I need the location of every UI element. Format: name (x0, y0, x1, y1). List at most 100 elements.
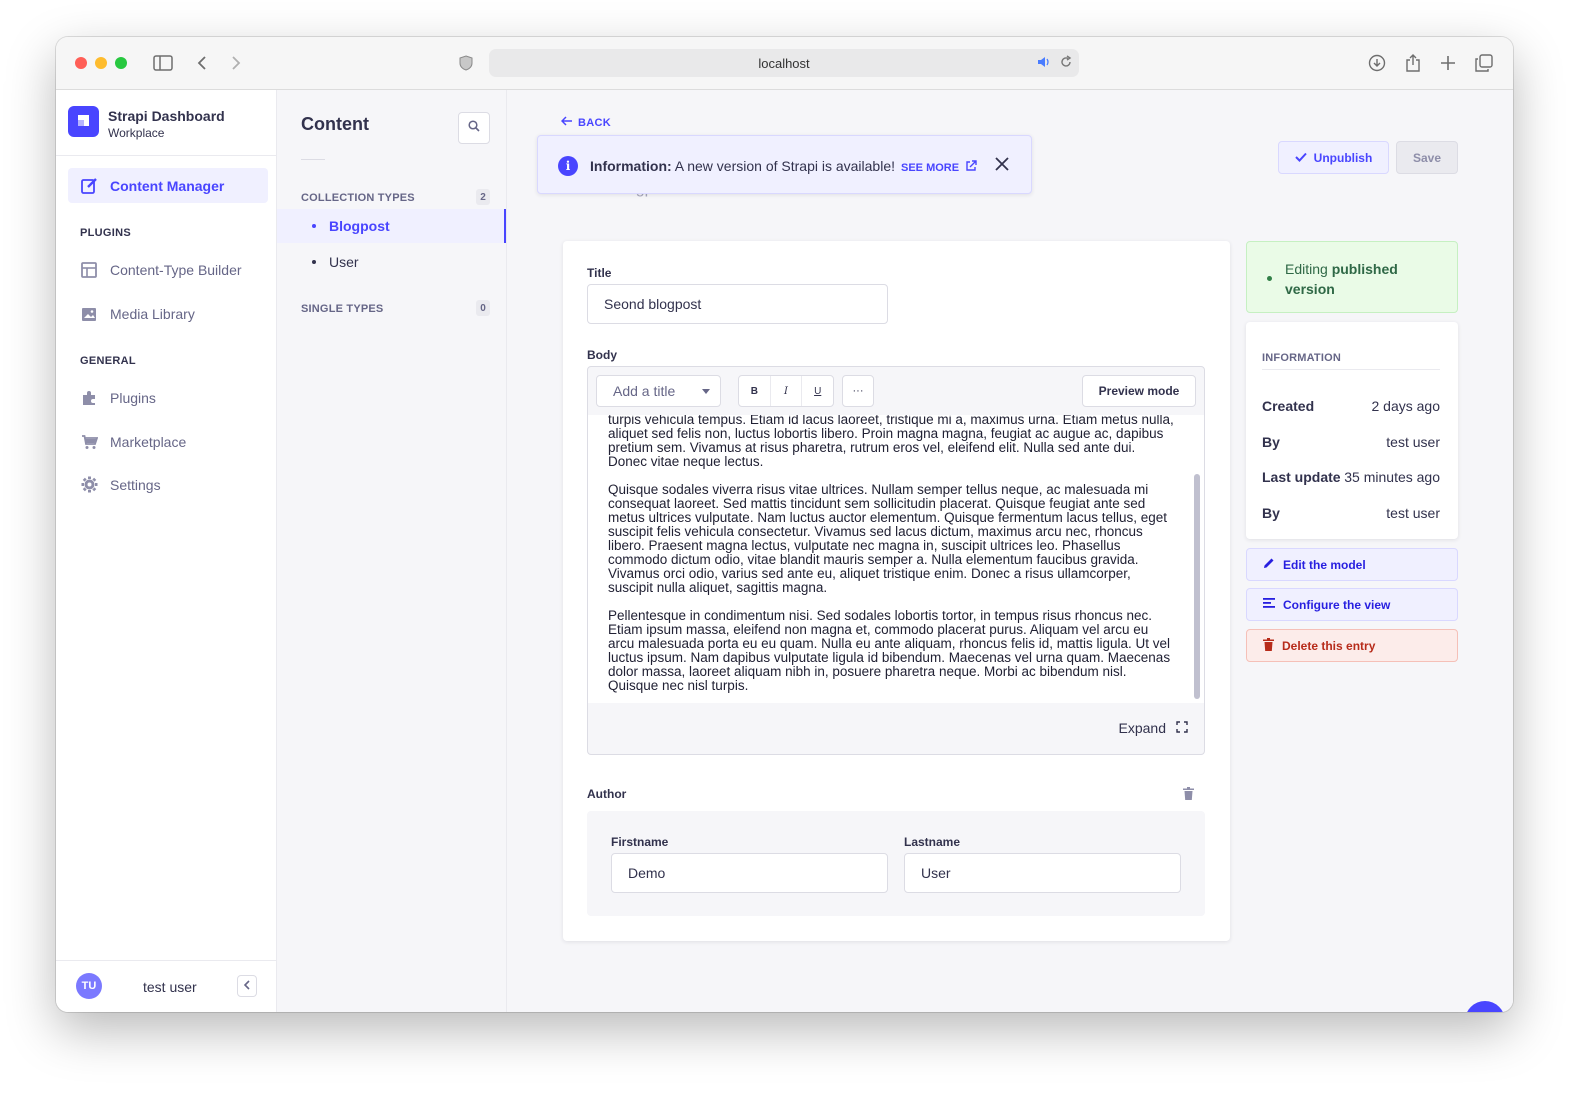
preview-mode-button[interactable]: Preview mode (1082, 375, 1196, 407)
title-input[interactable]: Seond blogpost (587, 284, 888, 324)
lastname-input[interactable]: User (904, 853, 1181, 893)
reload-icon[interactable] (1059, 55, 1073, 74)
delete-component-button[interactable] (1183, 787, 1194, 805)
pencil-square-icon (80, 177, 98, 195)
configure-view-label: Configure the view (1283, 597, 1391, 612)
close-alert-button[interactable] (994, 156, 1010, 177)
caret-down-icon (702, 389, 710, 394)
nav-content-type-builder[interactable]: Content-Type Builder (68, 252, 268, 287)
info-key: By (1262, 434, 1280, 450)
collapse-nav-button[interactable] (237, 975, 257, 997)
pencil-icon (1263, 557, 1275, 572)
subnav-item-blogpost[interactable]: Blogpost (277, 209, 506, 243)
subnav-search-button[interactable] (458, 112, 490, 144)
status-text: Editing published version (1285, 259, 1435, 299)
info-value: test user (1386, 434, 1440, 450)
tabs-overview-icon[interactable] (1474, 51, 1494, 75)
close-icon (994, 157, 1010, 176)
shield-icon[interactable] (458, 51, 474, 75)
sidebar-toggle-icon[interactable] (152, 51, 174, 75)
subnav-divider (301, 159, 325, 160)
new-tab-icon[interactable] (1438, 51, 1458, 75)
subnav-item-user[interactable]: User (277, 245, 506, 279)
italic-button[interactable]: I (771, 376, 803, 406)
url-text: localhost (758, 56, 810, 71)
save-button[interactable]: Save (1396, 141, 1458, 174)
delete-entry-button[interactable]: Delete this entry (1246, 629, 1458, 662)
brand-header: Strapi Dashboard Workplace (56, 90, 276, 156)
underline-button[interactable]: U (802, 376, 833, 406)
speaker-icon[interactable] (1037, 55, 1051, 74)
delete-entry-label: Delete this entry (1282, 638, 1376, 653)
single-types-count: 0 (476, 300, 490, 316)
forward-arrow-icon[interactable] (228, 51, 244, 75)
single-types-heading[interactable]: SINGLE TYPES (301, 303, 383, 315)
format-button-group: B I U (738, 375, 834, 407)
firstname-input[interactable]: Demo (611, 853, 888, 893)
heading-select-value: Add a title (613, 383, 676, 399)
minimize-window-button[interactable] (95, 57, 107, 69)
unpublish-button[interactable]: Unpublish (1278, 141, 1389, 174)
entry-form-card: Title Seond blogpost Body Add a title B … (563, 241, 1230, 941)
configure-view-button[interactable]: Configure the view (1246, 588, 1458, 621)
editor-textarea[interactable]: turpis vehicula tempus. Etiam id lacus l… (588, 415, 1204, 703)
close-window-button[interactable] (75, 57, 87, 69)
list-settings-icon (1263, 597, 1275, 612)
image-icon (80, 305, 98, 323)
nav-marketplace-label: Marketplace (110, 433, 187, 450)
nav-user-footer: TU test user (56, 960, 276, 1012)
status-badge: Editing published version (1246, 241, 1458, 313)
layout-icon (80, 261, 98, 279)
back-link[interactable]: BACK (560, 116, 611, 129)
info-value: 35 minutes ago (1344, 469, 1440, 485)
puzzle-icon (80, 389, 98, 407)
bullet-icon (312, 224, 316, 228)
nav-marketplace[interactable]: Marketplace (68, 424, 268, 459)
nav-settings-label: Settings (110, 476, 161, 493)
nav-plugins-label: Plugins (110, 389, 156, 406)
author-component: Firstname Demo Lastname User (587, 811, 1205, 916)
more-formats-button[interactable]: ··· (842, 375, 874, 407)
collection-types-count: 2 (476, 189, 490, 205)
bullet-icon (312, 260, 316, 264)
rich-text-editor: Add a title B I U ··· Preview mode turpi… (587, 366, 1205, 755)
search-icon (468, 119, 480, 137)
edit-model-label: Edit the model (1283, 557, 1366, 572)
see-more-label: SEE MORE (901, 161, 960, 174)
nav-plugins[interactable]: Plugins (68, 380, 268, 415)
zoom-window-button[interactable] (115, 57, 127, 69)
subnav-title: Content (301, 114, 369, 134)
status-prefix: Editing (1285, 261, 1328, 277)
information-divider (1262, 369, 1440, 370)
chevron-left-icon (243, 977, 251, 995)
back-arrow-icon[interactable] (194, 51, 210, 75)
edit-model-button[interactable]: Edit the model (1246, 548, 1458, 581)
trash-icon (1263, 637, 1274, 654)
nav-content-type-builder-label: Content-Type Builder (110, 261, 242, 278)
expand-button[interactable]: Expand (1119, 720, 1188, 736)
nav-settings[interactable]: Settings (68, 467, 268, 502)
lastname-label: Lastname (904, 835, 961, 849)
arrow-left-icon (560, 116, 573, 129)
editor-scrollbar[interactable] (1194, 474, 1200, 699)
brand-subtitle: Workplace (108, 126, 165, 140)
user-name[interactable]: test user (143, 979, 197, 995)
avatar[interactable]: TU (76, 973, 102, 999)
editor-toolbar: Add a title B I U ··· Preview mode (588, 367, 1204, 415)
collection-types-heading[interactable]: COLLECTION TYPES (301, 192, 415, 204)
see-more-link[interactable]: SEE MORE (901, 160, 977, 175)
bold-button[interactable]: B (739, 376, 771, 406)
heading-select[interactable]: Add a title (596, 375, 721, 407)
address-bar[interactable]: localhost (489, 49, 1079, 77)
download-icon[interactable] (1367, 51, 1387, 75)
nav-media-library[interactable]: Media Library (68, 296, 268, 331)
share-icon[interactable] (1403, 51, 1423, 75)
nav-content-manager[interactable]: Content Manager (68, 168, 268, 203)
unpublish-label: Unpublish (1313, 150, 1373, 165)
author-label: Author (587, 787, 627, 801)
brand-title: Strapi Dashboard (108, 108, 225, 124)
body-paragraph: turpis vehicula tempus. Etiam id lacus l… (608, 415, 1174, 469)
info-row-created: Created 2 days ago (1262, 398, 1440, 414)
info-value: test user (1386, 505, 1440, 521)
help-button[interactable]: ? (1465, 1001, 1505, 1012)
